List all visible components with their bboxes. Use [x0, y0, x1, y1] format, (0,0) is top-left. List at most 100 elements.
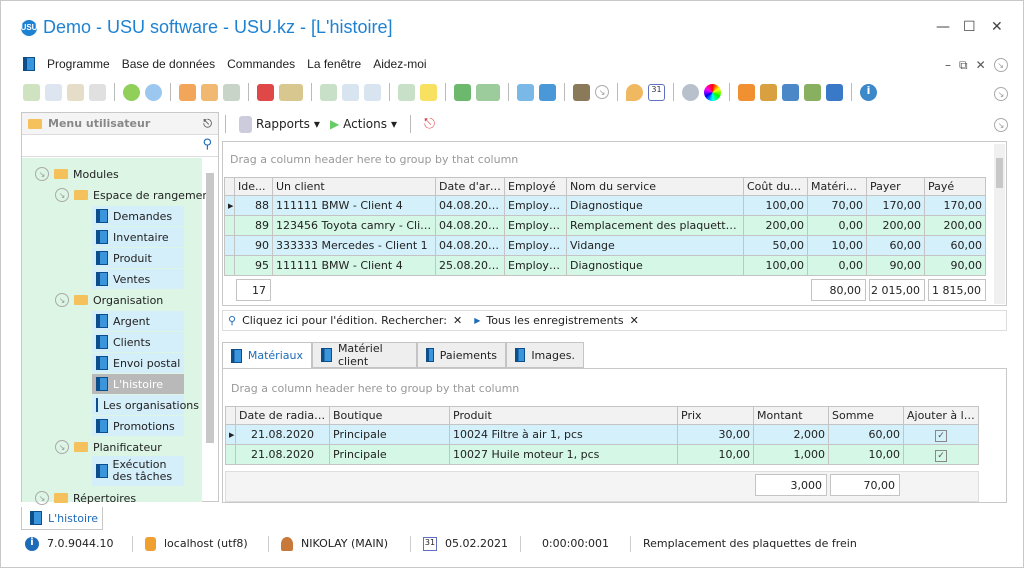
column-header[interactable]: Boutique: [329, 406, 450, 425]
add-icon[interactable]: [23, 83, 40, 101]
lock-icon[interactable]: [760, 83, 777, 101]
column-header[interactable]: Payer: [866, 177, 925, 196]
sidebar-search[interactable]: ⚲: [22, 135, 218, 157]
sidebar-item[interactable]: L'histoire: [92, 374, 184, 394]
sidebar-item[interactable]: Exécution des tâches: [92, 456, 184, 486]
sidebar-item[interactable]: Envoi postal: [92, 353, 184, 373]
column-header[interactable]: Somme: [828, 406, 904, 425]
expand-icon[interactable]: [342, 83, 359, 101]
filter-edit-link[interactable]: Cliquez ici pour l'édition. Rechercher:: [242, 314, 447, 327]
table-row[interactable]: 89 123456 Toyota camry - Client 3 04.08.20…: [224, 215, 986, 236]
column-header[interactable]: Date de radiation: [235, 406, 330, 425]
copy-icon[interactable]: [45, 83, 62, 101]
bottom-tab-history[interactable]: L'histoire: [21, 507, 103, 530]
search-icon[interactable]: [145, 83, 162, 101]
expand-toggle-icon[interactable]: ↘: [55, 293, 69, 307]
column-header[interactable]: Prix: [677, 406, 754, 425]
pin-icon[interactable]: ⎋: [203, 117, 212, 131]
sidebar-item[interactable]: Les organisations: [92, 395, 199, 415]
calendar-icon[interactable]: 31: [648, 83, 665, 101]
refresh-red-icon[interactable]: ⎋: [424, 116, 435, 132]
column-header[interactable]: Montant: [753, 406, 829, 425]
refresh-icon[interactable]: [123, 83, 140, 101]
tab-1[interactable]: Matériel client: [312, 342, 417, 368]
tab-3[interactable]: Images.: [506, 342, 584, 368]
note-icon[interactable]: [420, 83, 437, 101]
collapse-icon[interactable]: ↘: [993, 58, 1008, 72]
sidebar-item[interactable]: Inventaire: [92, 227, 184, 247]
column-header[interactable]: Date d'arri...: [435, 177, 505, 196]
column-header[interactable]: Produit: [449, 406, 678, 425]
close-window-icon[interactable]: [517, 83, 534, 101]
search-icon[interactable]: ⚲: [202, 137, 212, 152]
sidebar-item[interactable]: Demandes: [92, 206, 184, 226]
sidebar-item[interactable]: ↘ Modules: [35, 164, 119, 184]
column-header[interactable]: Nom du service: [566, 177, 744, 196]
sidebar-item[interactable]: ↘ Organisation: [55, 290, 163, 310]
users-icon[interactable]: [804, 83, 821, 101]
location-icon[interactable]: [626, 83, 643, 101]
exit-icon[interactable]: [573, 83, 590, 101]
filter-all-records[interactable]: Tous les enregistrements: [486, 314, 623, 327]
filter-clear-icon[interactable]: [201, 83, 218, 101]
table-row[interactable]: ▶ 88 111111 BMW - Client 4 04.08.2020 Employ…: [224, 195, 986, 216]
user-key-icon[interactable]: [782, 83, 799, 101]
mdi-minimize-button[interactable]: –: [945, 58, 951, 73]
sidebar-item[interactable]: ↘ Planificateur: [55, 437, 162, 457]
menu-programme[interactable]: Programme: [47, 57, 110, 71]
menu-database[interactable]: Base de données: [122, 57, 215, 71]
table-row[interactable]: 95 111111 BMW - Client 4 25.08.2020 Employé…: [224, 255, 986, 276]
sidebar-item[interactable]: Argent: [92, 311, 184, 331]
add-column-icon[interactable]: [398, 83, 415, 101]
expand-toggle-icon[interactable]: ↘: [35, 167, 49, 181]
column-header[interactable]: Ide...: [234, 177, 273, 196]
menu-help[interactable]: Aidez-moi: [373, 57, 426, 71]
rss-icon[interactable]: [738, 83, 755, 101]
flag-icon[interactable]: [257, 83, 274, 101]
close-all-windows-icon[interactable]: [539, 83, 556, 101]
sidebar-item[interactable]: ↘ Répertoires: [35, 488, 136, 508]
edit-icon[interactable]: [67, 83, 84, 101]
info-icon[interactable]: i: [860, 83, 877, 101]
tab-0[interactable]: Matériaux: [222, 342, 312, 368]
excel-export-icon[interactable]: [454, 83, 471, 101]
excel-import-icon[interactable]: [476, 83, 500, 101]
expand-toggle-icon[interactable]: ↘: [55, 440, 69, 454]
column-header[interactable]: Matériaux: [807, 177, 867, 196]
tab-2[interactable]: Paiements: [417, 342, 506, 368]
reports-button[interactable]: Rapports ▾: [239, 115, 320, 133]
column-header[interactable]: Coût du s...: [743, 177, 808, 196]
column-header[interactable]: Ajouter à la...: [903, 406, 979, 425]
column-header[interactable]: Payé: [924, 177, 986, 196]
main-grid-scrollbar[interactable]: [994, 144, 1005, 304]
sidebar-item[interactable]: Promotions: [92, 416, 184, 436]
columns-icon[interactable]: [320, 83, 337, 101]
plug-icon[interactable]: [826, 83, 843, 101]
actions-button[interactable]: ▶ Actions ▾: [330, 117, 397, 131]
clear-filter-button[interactable]: ✕: [630, 314, 639, 327]
mdi-close-button[interactable]: ✕: [976, 58, 986, 73]
maximize-button[interactable]: ☐: [963, 19, 976, 35]
sidebar-scrollbar[interactable]: [206, 173, 214, 443]
sidebar-item[interactable]: Produit: [92, 248, 184, 268]
menu-window[interactable]: La fenêtre: [307, 57, 361, 71]
column-header[interactable]: Un client: [272, 177, 436, 196]
filter-settings-icon[interactable]: [223, 83, 240, 101]
collapse-icon[interactable]: ↘: [994, 118, 1008, 132]
image-dropdown-icon[interactable]: [279, 83, 303, 101]
table-row[interactable]: ▶ 21.08.2020 Principale 10024 Filtre à air …: [225, 424, 979, 445]
clear-search-button[interactable]: ✕: [453, 314, 462, 327]
minimize-button[interactable]: —: [936, 19, 950, 35]
menu-commands[interactable]: Commandes: [227, 57, 295, 71]
table-row[interactable]: 90 333333 Mercedes - Client 1 04.08.2020 Em…: [224, 235, 986, 256]
checkbox[interactable]: ✓: [935, 429, 947, 442]
collapse-all-icon[interactable]: [364, 83, 381, 101]
sidebar-item[interactable]: Clients: [92, 332, 184, 352]
collapse-icon[interactable]: ↘: [595, 85, 609, 99]
collapse-icon[interactable]: ↘: [994, 87, 1008, 101]
sidebar-item[interactable]: ↘ Espace de rangement: [55, 185, 214, 205]
gear-icon[interactable]: [682, 83, 699, 101]
color-icon[interactable]: [704, 83, 721, 101]
checkbox[interactable]: ✓: [935, 449, 947, 462]
filter-icon[interactable]: [179, 83, 196, 101]
